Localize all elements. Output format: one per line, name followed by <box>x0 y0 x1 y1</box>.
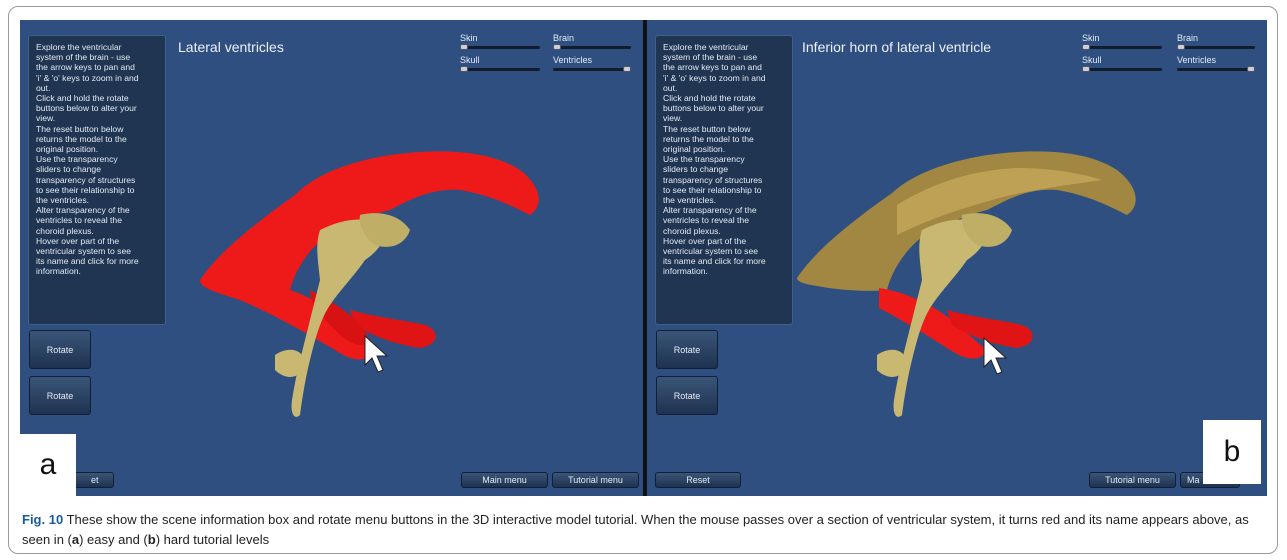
slider-label-ventricles-b: Ventricles <box>1177 55 1217 65</box>
tutorial-menu-button[interactable]: Tutorial menu <box>552 472 639 488</box>
structure-title: Lateral ventricles <box>178 39 284 55</box>
scene-info-box: Explore the ventricular system of the br… <box>28 35 166 325</box>
slider-thumb-ventricles[interactable] <box>623 66 631 72</box>
slider-thumb-ventricles-b[interactable] <box>1247 66 1255 72</box>
slider-label-skin-b: Skin <box>1082 33 1100 43</box>
rotate-button-2[interactable]: Rotate <box>29 376 91 415</box>
cursor-icon <box>364 334 389 373</box>
viewport-panel-b[interactable]: Explore the ventricular system of the br… <box>647 20 1267 496</box>
slider-label-ventricles: Ventricles <box>553 55 593 65</box>
slider-label-skin: Skin <box>460 33 478 43</box>
rotate-button-1[interactable]: Rotate <box>29 330 91 369</box>
panel-letter-a: a <box>20 434 76 496</box>
slider-label-brain: Brain <box>553 33 575 43</box>
slider-skull[interactable] <box>460 68 540 71</box>
slider-brain-b[interactable] <box>1177 46 1255 49</box>
viewport-panel-a[interactable]: Explore the ventricular system of the br… <box>20 20 643 496</box>
slider-thumb-skull[interactable] <box>460 66 468 72</box>
main-menu-button[interactable]: Main menu <box>461 472 548 488</box>
rotate-button-1-b[interactable]: Rotate <box>656 330 718 369</box>
slider-ventricles[interactable] <box>553 68 631 71</box>
caption-ref-b: b <box>147 532 156 547</box>
rotate-button-2-b[interactable]: Rotate <box>656 376 718 415</box>
slider-label-skull-b: Skull <box>1082 55 1102 65</box>
panel-letter-b: b <box>1203 420 1261 484</box>
scene-info-box-b: Explore the ventricular system of the br… <box>655 35 793 325</box>
figure-caption: Fig. 10 These show the scene information… <box>22 510 1267 550</box>
tutorial-menu-button-b[interactable]: Tutorial menu <box>1089 472 1176 488</box>
slider-thumb-brain[interactable] <box>553 44 561 50</box>
slider-skin-b[interactable] <box>1082 46 1162 49</box>
slider-thumb-brain-b[interactable] <box>1177 44 1185 50</box>
slider-thumb-skin[interactable] <box>460 44 468 50</box>
slider-thumb-skin-b[interactable] <box>1082 44 1090 50</box>
slider-thumb-skull-b[interactable] <box>1082 66 1090 72</box>
slider-label-brain-b: Brain <box>1177 33 1199 43</box>
caption-text-3: ) hard tutorial levels <box>155 532 270 547</box>
slider-skin[interactable] <box>460 46 540 49</box>
caption-fig-label: Fig. 10 <box>22 512 64 527</box>
caption-text-2: ) easy and ( <box>79 532 148 547</box>
reset-button-b[interactable]: Reset <box>655 472 741 488</box>
slider-brain[interactable] <box>553 46 631 49</box>
structure-title-b: Inferior horn of lateral ventricle <box>802 39 992 55</box>
slider-skull-b[interactable] <box>1082 68 1162 71</box>
slider-ventricles-b[interactable] <box>1177 68 1255 71</box>
slider-label-skull: Skull <box>460 55 480 65</box>
